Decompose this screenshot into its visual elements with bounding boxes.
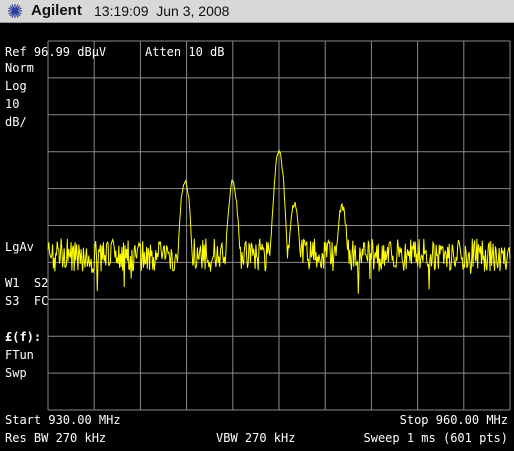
sweep-time: Sweep 1 ms (601 pts) bbox=[363, 431, 509, 445]
scale-value: 10 bbox=[5, 97, 20, 111]
scale-mode: Log bbox=[5, 79, 27, 93]
scale-type: Norm bbox=[5, 61, 34, 75]
video-bandwidth: VBW 270 kHz bbox=[216, 431, 296, 445]
stop-frequency: Stop 960.00 MHz bbox=[399, 413, 508, 427]
timestamp: 13:19:09 Jun 3, 2008 bbox=[94, 3, 230, 19]
analyzer-screen bbox=[0, 22, 514, 451]
scale-unit: dB/ bbox=[5, 115, 27, 129]
trace-status-2: S3 FC bbox=[5, 294, 49, 308]
sweep-mode: Swp bbox=[5, 366, 27, 380]
ftun-label: FTun bbox=[5, 348, 34, 362]
agilent-spark-icon bbox=[8, 4, 22, 18]
start-frequency: Start 930.00 MHz bbox=[5, 413, 121, 427]
trace-status-1: W1 S2 bbox=[5, 276, 49, 290]
attenuation: Atten 10 dB bbox=[145, 45, 225, 59]
ref-level: Ref 96.99 dBµV bbox=[5, 45, 107, 59]
brand-name: Agilent bbox=[31, 2, 82, 19]
freq-function: £(f): bbox=[5, 330, 42, 344]
title-bar: Agilent 13:19:09 Jun 3, 2008 bbox=[0, 0, 514, 23]
detector-mode: LgAv bbox=[5, 240, 34, 254]
resolution-bandwidth: Res BW 270 kHz bbox=[5, 431, 107, 445]
